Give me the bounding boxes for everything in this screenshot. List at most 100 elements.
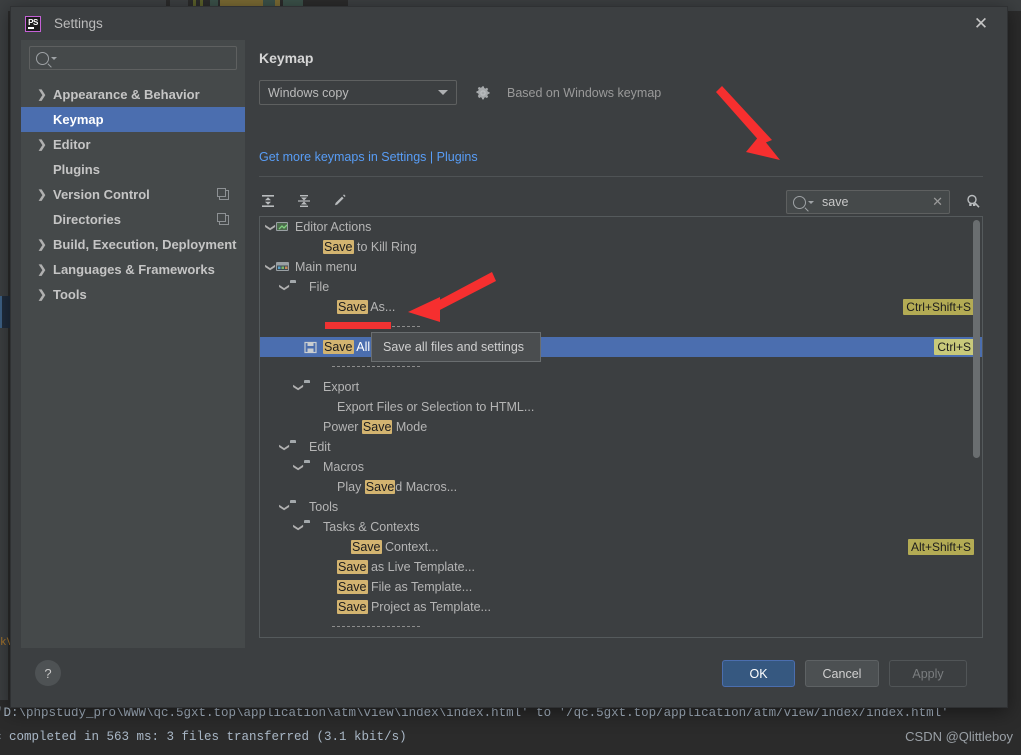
- tree-row[interactable]: ❯ Tools: [260, 497, 982, 517]
- tree-row-label: Save All: [323, 340, 371, 354]
- dialog-titlebar: PS Settings ✕: [11, 7, 1007, 40]
- folder: [290, 281, 304, 293]
- tree-toolbar: [259, 192, 349, 210]
- settings-search-box[interactable]: [29, 46, 237, 70]
- tree-icon-spacer: [318, 481, 332, 493]
- chevron-down-icon[interactable]: ❯: [279, 281, 290, 293]
- chevron-right-icon: ❯: [37, 289, 47, 301]
- tree-icon-spacer: [318, 301, 332, 313]
- tree-row[interactable]: ❯ Main menu: [260, 257, 982, 277]
- chevron-down-icon: [438, 90, 448, 95]
- shortcut-badge: Ctrl+S: [934, 339, 974, 355]
- tree-scrollbar[interactable]: [973, 220, 980, 458]
- match-highlight: Save: [337, 580, 368, 594]
- keymap-find-input[interactable]: [820, 194, 932, 210]
- tree-icon-spacer: [332, 541, 346, 553]
- save-all-icon: [304, 341, 318, 354]
- match-highlight: Save: [323, 340, 354, 354]
- match-highlight: Save: [351, 540, 382, 554]
- find-by-shortcut-icon[interactable]: [963, 192, 983, 212]
- chevron-down-icon[interactable]: ❯: [279, 501, 290, 513]
- tree-row[interactable]: ❯ Edit: [260, 437, 982, 457]
- tree-row[interactable]: ❯Export Files or Selection to HTML...: [260, 397, 982, 417]
- collapse-all-icon[interactable]: [295, 192, 313, 210]
- tree-row-label: Save to Kill Ring: [323, 240, 417, 254]
- settings-search-input[interactable]: [62, 50, 226, 66]
- copy-icon[interactable]: [217, 212, 229, 225]
- sidebar-item-appearance-behavior[interactable]: ❯ Appearance & Behavior: [21, 82, 245, 107]
- sidebar-item-keymap[interactable]: ❯Keymap: [21, 107, 245, 132]
- get-more-keymaps-link[interactable]: Get more keymaps in Settings | Plugins: [259, 150, 478, 164]
- sidebar-item-editor[interactable]: ❯ Editor: [21, 132, 245, 157]
- sidebar-item-version-control[interactable]: ❯ Version Control: [21, 182, 245, 207]
- tree-row[interactable]: ❯Play Saved Macros...: [260, 477, 982, 497]
- tree-row-label: Export: [323, 380, 360, 394]
- sidebar-item-build-execution-deployment[interactable]: ❯ Build, Execution, Deployment: [21, 232, 245, 257]
- tree-row-label: Editor Actions: [295, 220, 372, 234]
- chevron-right-icon: ❯: [37, 189, 47, 201]
- tree-row-label: File: [309, 280, 330, 294]
- tree-icon-spacer: [304, 421, 318, 433]
- tree-icon-spacer: [318, 601, 332, 613]
- chevron-down-icon[interactable]: ❯: [293, 381, 304, 393]
- tree-row-label: Tools: [309, 500, 339, 514]
- tree-row[interactable]: ❯Save Project as Template...: [260, 597, 982, 617]
- tree-row[interactable]: ❯Save As...Ctrl+Shift+S: [260, 297, 982, 317]
- tree-row[interactable]: ❯Deployment: [260, 637, 982, 638]
- tree-row[interactable]: ❯ Macros: [260, 457, 982, 477]
- chevron-down-icon[interactable]: ❯: [279, 441, 290, 453]
- tree-icon-spacer: [318, 401, 332, 413]
- expand-all-icon[interactable]: [259, 192, 277, 210]
- keymap-find-box[interactable]: ✕: [786, 190, 950, 214]
- keymap-tree[interactable]: ❯Editor Actions❯Save to Kill Ring❯Main m…: [259, 216, 983, 638]
- chevron-down-icon[interactable]: ❯: [293, 461, 304, 473]
- folder: [304, 521, 318, 533]
- apply-button[interactable]: Apply: [889, 660, 967, 687]
- folder: [290, 441, 304, 453]
- folder: [290, 501, 304, 513]
- copy-icon[interactable]: [217, 187, 229, 200]
- gear-icon[interactable]: [475, 85, 491, 101]
- sidebar-item-languages-frameworks[interactable]: ❯ Languages & Frameworks: [21, 257, 245, 282]
- clear-icon[interactable]: ✕: [932, 194, 943, 210]
- sidebar-item-label: Keymap: [53, 112, 104, 127]
- edit-shortcut-icon[interactable]: [331, 192, 349, 210]
- tree-row[interactable]: ❯ Editor Actions: [260, 217, 982, 237]
- cancel-button[interactable]: Cancel: [805, 660, 879, 687]
- tree-row-label: Save As...: [337, 300, 396, 314]
- tree-icon-spacer: [304, 241, 318, 253]
- tree-row-label: Save as Live Template...: [337, 560, 475, 574]
- sidebar-item-tools[interactable]: ❯ Tools: [21, 282, 245, 307]
- dialog-footer: ? OK Cancel Apply: [11, 648, 1007, 707]
- keymap-select[interactable]: Windows copy: [259, 80, 457, 105]
- chevron-down-icon[interactable]: ❯: [265, 261, 276, 273]
- close-icon[interactable]: ✕: [969, 12, 993, 36]
- match-highlight: Save: [337, 600, 368, 614]
- sidebar-item-label: Languages & Frameworks: [53, 262, 215, 277]
- chevron-right-icon: ❯: [37, 239, 47, 251]
- folder: [304, 381, 318, 393]
- tree-row[interactable]: ❯Save AllCtrl+S: [260, 337, 982, 357]
- tree-row[interactable]: ❯Save as Live Template...: [260, 557, 982, 577]
- tree-row[interactable]: ❯ Export: [260, 377, 982, 397]
- tree-row[interactable]: ❯ File: [260, 277, 982, 297]
- tree-row[interactable]: ❯Save File as Template...: [260, 577, 982, 597]
- sidebar-item-plugins[interactable]: ❯Plugins: [21, 157, 245, 182]
- sidebar-search-wrap: [21, 40, 245, 70]
- tree-separator: [260, 357, 982, 377]
- tree-separator: [260, 617, 982, 637]
- chevron-down-icon[interactable]: ❯: [293, 521, 304, 533]
- match-highlight: Save: [337, 560, 368, 574]
- tree-row[interactable]: ❯Save to Kill Ring: [260, 237, 982, 257]
- chevron-down-icon[interactable]: ❯: [265, 221, 276, 233]
- sidebar-item-directories[interactable]: ❯Directories: [21, 207, 245, 232]
- ok-button[interactable]: OK: [722, 660, 795, 687]
- page-title: Keymap: [259, 50, 314, 66]
- sidebar-item-label: Appearance & Behavior: [53, 87, 200, 102]
- tree-row[interactable]: ❯Power Save Mode: [260, 417, 982, 437]
- tree-row[interactable]: ❯Save Context...Alt+Shift+S: [260, 537, 982, 557]
- sidebar-item-label: Version Control: [53, 187, 150, 202]
- tree-row[interactable]: ❯ Tasks & Contexts: [260, 517, 982, 537]
- help-button[interactable]: ?: [35, 660, 61, 686]
- sidebar-item-label: Editor: [53, 137, 91, 152]
